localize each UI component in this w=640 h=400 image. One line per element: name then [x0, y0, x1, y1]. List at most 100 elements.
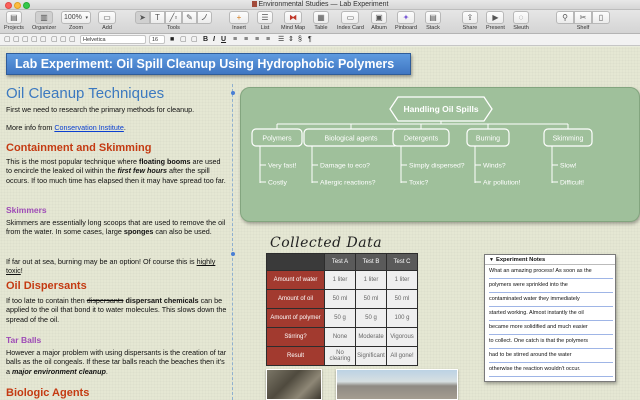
table-button[interactable]: ▦ Table — [313, 11, 329, 31]
experiment-notes[interactable]: ▼ Experiment Notes What an amazing proces… — [484, 254, 616, 382]
align-center-icon[interactable]: ≡ — [244, 35, 248, 44]
tar-balls-paragraph: However a major problem with using dispe… — [6, 348, 228, 376]
projects-button[interactable]: ▤ Projects — [4, 11, 24, 31]
text-tool[interactable]: T — [150, 11, 165, 24]
fill-swatch-icon[interactable]: ▢ — [13, 35, 20, 44]
containment-text-2: floating booms — [139, 157, 191, 166]
sleuth-button[interactable]: ◌ Sleuth — [513, 11, 529, 31]
table-cell[interactable]: 50 ml — [324, 289, 356, 309]
photo-worker[interactable] — [266, 369, 322, 400]
shape-tool[interactable]: ╱▫ — [165, 11, 182, 24]
text-color-icon[interactable]: ■ — [170, 35, 174, 44]
brush-tool[interactable]: ノ — [197, 11, 212, 24]
pointer-tool[interactable]: ➤ — [135, 11, 150, 24]
organizer-button[interactable]: ▥ Organizer — [32, 11, 56, 31]
present-button[interactable]: ▶ Present — [486, 11, 505, 31]
list-label: List — [260, 25, 270, 31]
mind-map-leaf-label: Toxic? — [409, 180, 428, 187]
text-box[interactable]: Oil Cleanup Techniques First we need to … — [0, 84, 233, 400]
table-cell[interactable]: Vigorous — [386, 327, 418, 347]
font-size-field[interactable]: 16 — [149, 35, 165, 44]
document-canvas[interactable]: Lab Experiment: Oil Spill Cleanup Using … — [0, 47, 640, 400]
line-swatch-icon[interactable]: ▢ — [22, 35, 29, 44]
resize-handle-middle[interactable] — [231, 252, 235, 256]
share-button[interactable]: ⇪ Share — [462, 11, 478, 31]
notes-line: polymers were sprinkled into the — [489, 279, 613, 293]
album-button[interactable]: ▣ Album — [371, 11, 387, 31]
add-button[interactable]: ▭ Add — [98, 11, 116, 31]
photo-landscape[interactable] — [336, 369, 458, 400]
table-cell[interactable]: 50 ml — [355, 289, 387, 309]
justify-icon[interactable]: ≡ — [266, 35, 270, 44]
containment-heading: Containment and Skimming — [6, 142, 152, 154]
tools-label: Tools — [167, 25, 180, 31]
shelf-styles-button[interactable]: ✂ — [574, 11, 592, 24]
mind-map-icon: ⧓ — [289, 12, 298, 22]
highlight-icon[interactable]: ▢ — [180, 35, 187, 44]
italic-button[interactable]: I — [213, 35, 215, 44]
conservation-institute-link[interactable]: Conservation Institute — [54, 123, 124, 132]
pointer-icon: ➤ — [139, 12, 146, 22]
mind-map-leaf-label: Simply dispersed? — [409, 163, 465, 170]
notes-header[interactable]: ▼ Experiment Notes — [485, 255, 615, 265]
font-family-select[interactable]: Helvetica — [80, 35, 146, 44]
insert-label: Insert — [232, 25, 246, 31]
disclosure-triangle-icon[interactable]: ▼ — [489, 255, 494, 265]
table-row: Amount of water 1 liter 1 liter 1 liter — [266, 270, 418, 290]
insert-button[interactable]: + Insert — [229, 11, 249, 31]
table-cell[interactable]: 100 g — [386, 308, 418, 328]
table-cell[interactable]: None — [324, 327, 356, 347]
opacity-swatch-icon[interactable]: ▢ — [60, 35, 67, 44]
shadow-swatch-icon[interactable]: ▢ — [31, 35, 38, 44]
bullet-list-icon[interactable]: ☰ — [278, 35, 284, 44]
align-right-icon[interactable]: ≡ — [255, 35, 259, 44]
burning-text-3: ! — [20, 266, 23, 276]
table-cell[interactable]: All gone! — [386, 346, 418, 366]
size-swatch-icon[interactable]: ▢ — [51, 35, 58, 44]
table-cell[interactable]: No clearing — [324, 346, 356, 366]
bold-button[interactable]: B — [203, 35, 208, 44]
shelf-format-button[interactable]: ⚲ — [556, 11, 574, 24]
index-card-button[interactable]: ▭ Index Card — [337, 11, 364, 31]
notes-line: otherwise the reaction wouldn't occur. — [489, 363, 613, 377]
pin-icon: ✦ — [402, 12, 410, 22]
mind-map-button[interactable]: ⧓ Mind Map — [281, 11, 305, 31]
table-cell[interactable]: 50 ml — [386, 289, 418, 309]
mind-map[interactable]: Handling Oil Spills Polymers Very fast! Cos… — [240, 87, 640, 222]
table-cell[interactable]: 1 liter — [355, 270, 387, 290]
resize-handle-top[interactable] — [231, 91, 235, 95]
album-label: Album — [371, 25, 387, 31]
share-icon: ⇪ — [466, 12, 474, 22]
page-banner[interactable]: Lab Experiment: Oil Spill Cleanup Using … — [6, 53, 411, 75]
shelf-view-button[interactable]: ▯ — [592, 11, 610, 24]
list-button[interactable]: ☰ List — [257, 11, 273, 31]
mind-map-leaf-label: Very fast! — [268, 163, 296, 170]
table-cell[interactable]: Moderate — [355, 327, 387, 347]
underline-button[interactable]: U — [221, 35, 226, 44]
line-spacing-icon[interactable]: ⇕ — [288, 35, 294, 44]
text-size-icon[interactable]: § — [298, 35, 302, 44]
notes-line: to collect. One catch is that the polyme… — [489, 335, 613, 349]
zoom-control[interactable]: 100% ▾ Zoom — [61, 11, 91, 31]
table-cell[interactable]: Significant — [355, 346, 387, 366]
table-label: Table — [314, 25, 328, 31]
table-cell[interactable]: 1 liter — [324, 270, 356, 290]
background-color-icon[interactable]: ▢ — [191, 35, 198, 44]
list-icon: ☰ — [261, 12, 269, 22]
more-info-suffix: . — [123, 123, 126, 132]
dispersants-paragraph: If too late to contain then dispersants … — [6, 296, 228, 324]
table-cell[interactable]: 50 g — [355, 308, 387, 328]
style-swatch-icon[interactable]: ▢ — [4, 35, 11, 44]
notes-line: What an amazing process! As soon as the — [489, 265, 613, 279]
table-cell[interactable]: 50 g — [324, 308, 356, 328]
skimmers-text-3: can also be used. — [153, 227, 212, 237]
align-swatch-icon[interactable]: ▢ — [69, 35, 76, 44]
stack-button[interactable]: ▤ Stack — [425, 11, 441, 31]
align-left-icon[interactable]: ≡ — [233, 35, 237, 44]
pen-tool[interactable]: ✎ — [182, 11, 197, 24]
pinboard-button[interactable]: ✦ Pinboard — [395, 11, 417, 31]
collected-data-table[interactable]: Test A Test B Test C Amount of water 1 l… — [266, 253, 418, 366]
text-style-icon[interactable]: ▢ — [40, 35, 47, 44]
table-cell[interactable]: 1 liter — [386, 270, 418, 290]
paragraph-button[interactable]: ¶ — [308, 35, 312, 44]
